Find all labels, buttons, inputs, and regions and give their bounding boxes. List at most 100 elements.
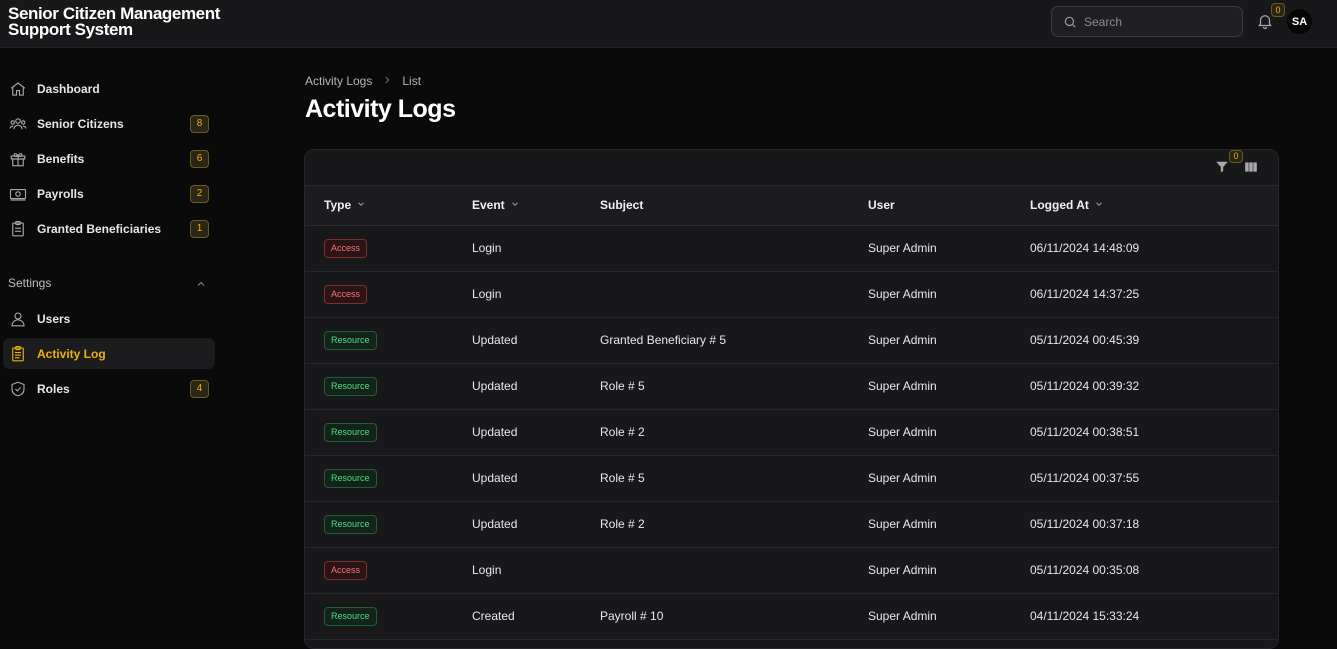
sidebar-item-label: Benefits <box>37 151 85 166</box>
page-title: Activity Logs <box>305 95 456 123</box>
gift-icon <box>9 150 27 168</box>
breadcrumb-item-activity-logs[interactable]: Activity Logs <box>305 74 372 88</box>
users-icon <box>9 115 27 133</box>
subject-cell: Role # 2 <box>600 409 868 456</box>
column-header-subject: Subject <box>600 186 868 226</box>
user-cell: Super Admin <box>868 409 1030 456</box>
table-row[interactable]: Resource Updated Granted Beneficiary # 5… <box>305 317 1278 364</box>
event-cell: Updated <box>472 501 600 548</box>
type-badge: Resource <box>324 514 377 534</box>
type-cell: Resource <box>305 317 472 364</box>
sidebar-item-senior-citizens[interactable]: Senior Citizens 8 <box>3 108 215 139</box>
table-row[interactable]: Access Login Super Admin 05/11/2024 00:3… <box>305 547 1278 594</box>
user-cell: Super Admin <box>868 271 1030 318</box>
sidebar-item-label: Dashboard <box>37 81 100 96</box>
type-cell: Access <box>305 271 472 318</box>
sidebar-item-activity-log[interactable]: Activity Log <box>3 338 215 369</box>
columns-toggle-icon[interactable] <box>1244 160 1258 174</box>
subject-cell: Role # 2 <box>600 501 868 548</box>
subject-cell <box>600 225 868 272</box>
type-cell: Access <box>305 225 472 272</box>
sidebar-item-roles[interactable]: Roles 4 <box>3 373 215 404</box>
chevron-up-icon[interactable] <box>195 277 207 289</box>
logged-at-cell: 05/11/2024 00:37:55 <box>1030 455 1278 502</box>
logged-at-cell: 05/11/2024 00:38:51 <box>1030 409 1278 456</box>
column-header-logged-at[interactable]: Logged At <box>1030 186 1278 226</box>
logged-at-cell: 05/11/2024 00:39:32 <box>1030 363 1278 410</box>
type-badge: Resource <box>324 606 377 626</box>
chevron-down-icon <box>1094 198 1104 212</box>
clipboard-list-icon <box>9 345 27 363</box>
sidebar-item-benefits[interactable]: Benefits 6 <box>3 143 215 174</box>
subject-cell <box>600 271 868 318</box>
user-icon <box>9 310 27 328</box>
table-toolbar: 0 <box>305 150 1278 186</box>
subject-cell: Role # 5 <box>600 363 868 410</box>
search-icon <box>1063 15 1077 29</box>
filter-icon[interactable] <box>1215 160 1229 174</box>
logged-at-cell: 05/11/2024 00:35:08 <box>1030 547 1278 594</box>
table-row[interactable]: Resource Updated Role # 5 Super Admin 05… <box>305 455 1278 502</box>
subject-cell: Payroll # 10 <box>600 593 868 640</box>
type-badge: Resource <box>324 422 377 442</box>
type-badge: Resource <box>324 376 377 396</box>
logged-at-cell: 06/11/2024 14:37:25 <box>1030 271 1278 318</box>
search-input[interactable] <box>1084 14 1234 29</box>
chevron-down-icon <box>510 198 520 212</box>
home-icon <box>9 80 27 98</box>
table-row[interactable]: Access Login Super Admin 06/11/2024 14:3… <box>305 271 1278 318</box>
sidebar-item-count-badge: 8 <box>190 115 209 133</box>
sidebar-group-settings-label[interactable]: Settings <box>8 276 51 290</box>
table-row[interactable]: Resource Updated Role # 5 Super Admin 05… <box>305 363 1278 410</box>
sidebar-item-count-badge: 6 <box>190 150 209 168</box>
type-cell: Access <box>305 547 472 594</box>
user-cell: Super Admin <box>868 363 1030 410</box>
subject-cell: Granted Beneficiary # 5 <box>600 317 868 364</box>
sidebar: Dashboard Senior Citizens 8 Benefits 6 P… <box>0 48 225 631</box>
search-box[interactable] <box>1051 6 1243 37</box>
sidebar-item-payrolls[interactable]: Payrolls 2 <box>3 178 215 209</box>
user-avatar[interactable]: SA <box>1287 9 1312 34</box>
sidebar-item-dashboard[interactable]: Dashboard <box>3 73 215 104</box>
sidebar-item-label: Senior Citizens <box>37 116 124 131</box>
shield-icon <box>9 380 27 398</box>
type-badge: Access <box>324 284 368 304</box>
type-cell: Resource <box>305 363 472 410</box>
type-badge: Access <box>324 560 368 580</box>
user-cell: Super Admin <box>868 225 1030 272</box>
sidebar-item-label: Users <box>37 311 71 326</box>
user-cell: Super Admin <box>868 455 1030 502</box>
table-header-row: Type Event Subject User Logged At <box>305 186 1278 226</box>
user-cell: Super Admin <box>868 547 1030 594</box>
type-cell: Resource <box>305 455 472 502</box>
clipboard-icon <box>9 220 27 238</box>
app-title[interactable]: Senior Citizen Management Support System <box>8 5 238 38</box>
sidebar-item-users[interactable]: Users <box>3 303 215 334</box>
column-header-user: User <box>868 186 1030 226</box>
table-row[interactable]: Resource Updated Role # 2 Super Admin 05… <box>305 409 1278 456</box>
table-row[interactable]: Access Login Super Admin 06/11/2024 14:4… <box>305 225 1278 272</box>
logged-at-cell: 06/11/2024 14:48:09 <box>1030 225 1278 272</box>
activity-log-table-card: 0 Type Event Subject User Logged At Acce… <box>304 149 1279 649</box>
table-row[interactable]: Resource Updated Role # 2 Super Admin 05… <box>305 501 1278 548</box>
type-badge: Access <box>324 238 368 258</box>
activity-log-table: Type Event Subject User Logged At Access… <box>305 186 1278 640</box>
table-row[interactable]: Resource Created Payroll # 10 Super Admi… <box>305 593 1278 640</box>
sidebar-item-label: Activity Log <box>37 346 106 361</box>
type-cell: Resource <box>305 409 472 456</box>
filter-count-badge: 0 <box>1229 150 1243 163</box>
top-bar: Senior Citizen Management Support System… <box>0 0 1337 48</box>
sidebar-item-granted-beneficiaries[interactable]: Granted Beneficiaries 1 <box>3 213 215 244</box>
logged-at-cell: 04/11/2024 15:33:24 <box>1030 593 1278 640</box>
breadcrumb-item-list: List <box>402 74 422 88</box>
type-cell: Resource <box>305 593 472 640</box>
column-header-type[interactable]: Type <box>305 186 472 226</box>
user-cell: Super Admin <box>868 317 1030 364</box>
event-cell: Updated <box>472 317 600 364</box>
type-cell: Resource <box>305 501 472 548</box>
column-header-event[interactable]: Event <box>472 186 600 226</box>
event-cell: Login <box>472 271 600 318</box>
cash-icon <box>9 185 27 203</box>
event-cell: Login <box>472 225 600 272</box>
event-cell: Login <box>472 547 600 594</box>
